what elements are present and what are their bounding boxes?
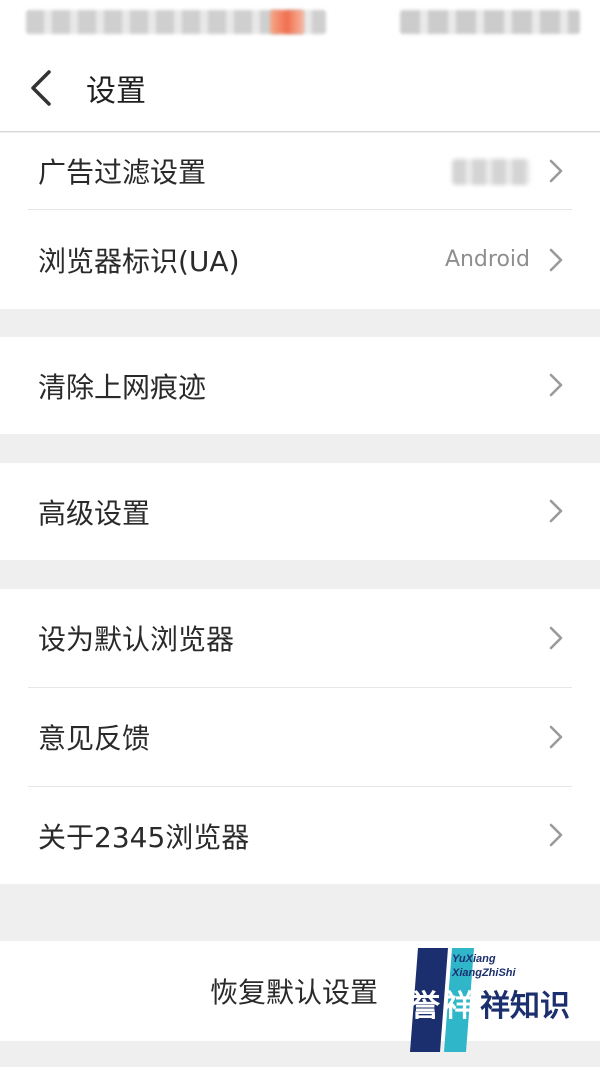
back-button[interactable] [0,44,80,132]
row-label: 意见反馈 [38,722,151,755]
row-label: 高级设置 [38,496,151,530]
settings-group-2: 清除上网痕迹 [0,337,600,434]
watermark-text-c: 祥知识 [480,989,570,1024]
chevron-right-icon [549,159,563,183]
status-bar [0,0,600,44]
chevron-right-icon [549,248,563,272]
ad-filter-value-blurred [452,159,530,185]
row-value: Android [444,247,530,272]
status-bar-right-blurred [400,10,580,34]
back-arrow-icon [31,69,51,106]
row-label: 关于2345浏览器 [38,820,250,854]
watermark-char-b: 祥 [444,989,474,1024]
settings-page: 设置 广告过滤设置 浏览器标识(UA) Android 清除上网痕迹 高级设置 … [0,0,600,1067]
row-label: 广告过滤设置 [38,156,207,189]
chevron-right-icon [549,499,563,523]
page-title: 设置 [86,73,146,109]
row-feedback[interactable]: 意见反馈 [0,688,600,786]
row-set-default-browser[interactable]: 设为默认浏览器 [0,589,600,687]
watermark-line2: XiangZhiShi [451,967,517,979]
row-label: 清除上网痕迹 [38,370,207,404]
row-clear-history[interactable]: 清除上网痕迹 [0,337,600,434]
watermark-char-a: 誉 [410,989,441,1024]
chevron-right-icon [549,725,563,749]
row-ad-filter[interactable]: 广告过滤设置 [0,133,600,209]
status-bar-notification-blurred [270,10,304,34]
header: 设置 [0,44,600,132]
row-advanced-settings[interactable]: 高级设置 [0,463,600,560]
chevron-right-icon [549,626,563,650]
row-label: 浏览器标识(UA) [38,244,240,278]
row-label: 设为默认浏览器 [38,623,235,656]
settings-group-4: 设为默认浏览器 意见反馈 关于2345浏览器 [0,589,600,884]
chevron-right-icon [549,373,563,397]
watermark-logo: YuXiang XiangZhiShi 誉 祥 祥知识 [410,948,570,1052]
reset-defaults-label: 恢复默认设置 [210,976,379,1009]
settings-group-1: 广告过滤设置 浏览器标识(UA) Android [0,133,600,309]
settings-group-3: 高级设置 [0,463,600,560]
row-about[interactable]: 关于2345浏览器 [0,787,600,884]
chevron-right-icon [549,823,563,847]
watermark-line1: YuXiang [452,953,496,965]
row-user-agent[interactable]: 浏览器标识(UA) Android [0,210,600,309]
